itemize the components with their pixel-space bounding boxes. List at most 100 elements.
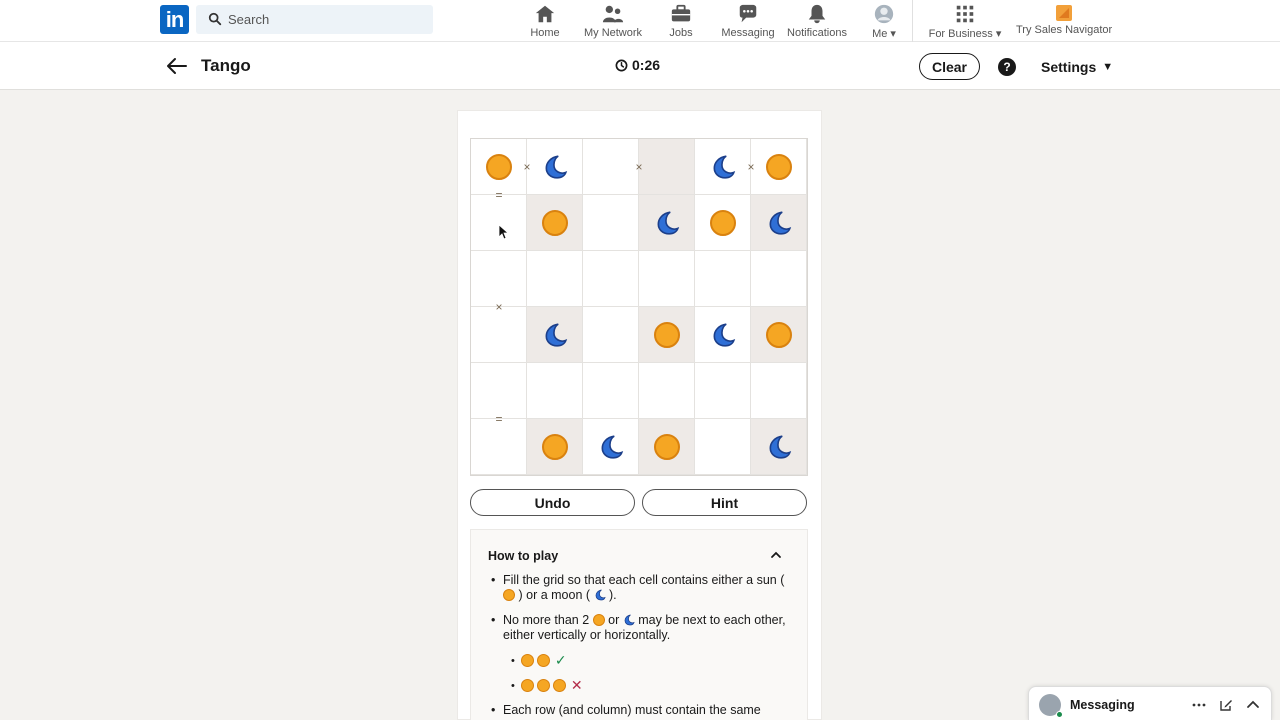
grid-apps-icon (956, 5, 974, 23)
sun-icon (503, 589, 515, 601)
messaging-dock[interactable]: Messaging (1028, 686, 1272, 720)
undo-button[interactable]: Undo (470, 489, 635, 516)
back-arrow-icon[interactable] (166, 56, 188, 76)
chevron-up-icon[interactable] (770, 549, 782, 561)
nav-for-business-label: For Business ▾ (928, 28, 1002, 40)
grid-cell-r4-c1[interactable] (471, 307, 527, 363)
how-to-play-title[interactable]: How to play (488, 549, 558, 563)
game-title: Tango (201, 56, 251, 75)
nav-messaging-label: Messaging (721, 27, 775, 39)
compose-icon[interactable] (1219, 698, 1233, 712)
grid-cell-r2-c3[interactable] (583, 195, 639, 251)
equal-constraint: = (495, 188, 503, 202)
briefcase-icon (671, 4, 691, 22)
grid-cell-r5-c3[interactable] (583, 363, 639, 419)
search-input[interactable] (228, 5, 428, 34)
tango-grid (470, 138, 808, 476)
nav-messaging[interactable]: Messaging (720, 3, 776, 39)
chevron-up-icon[interactable] (1246, 698, 1260, 712)
grid-cell-r6-c2[interactable] (527, 419, 583, 475)
grid-cell-r5-c5[interactable] (695, 363, 751, 419)
grid-cell-r2-c6[interactable] (751, 195, 807, 251)
grid-cell-r1-c4[interactable] (639, 139, 695, 195)
nav-sales-navigator-label: Try Sales Navigator (1016, 24, 1113, 36)
game-header: Tango 0:26 Clear ? Settings ▼ (0, 42, 1280, 90)
messaging-dock-label: Messaging (1070, 698, 1135, 712)
grid-cell-r1-c2[interactable] (527, 139, 583, 195)
grid-cell-r1-c6[interactable] (751, 139, 807, 195)
grid-cell-r4-c2[interactable] (527, 307, 583, 363)
home-icon (535, 5, 555, 23)
grid-cell-r4-c5[interactable] (695, 307, 751, 363)
linkedin-logo[interactable]: in (160, 5, 189, 34)
nav-notifications[interactable]: Notifications (785, 3, 849, 39)
sun-icon (485, 153, 512, 180)
grid-cell-r3-c5[interactable] (695, 251, 751, 307)
sun-icon (653, 321, 680, 348)
grid-cell-r3-c2[interactable] (527, 251, 583, 307)
grid-cell-r6-c3[interactable] (583, 419, 639, 475)
grid-cell-r6-c4[interactable] (639, 419, 695, 475)
people-icon (602, 5, 624, 23)
moon-icon (657, 210, 679, 235)
sun-icon (536, 679, 550, 692)
settings-label: Settings (1041, 59, 1097, 75)
example-valid: • ✓ (511, 652, 567, 668)
grid-cell-r5-c4[interactable] (639, 363, 695, 419)
grid-cell-r1-c5[interactable] (695, 139, 751, 195)
grid-cell-r3-c1[interactable] (471, 251, 527, 307)
chat-icon (739, 4, 757, 23)
grid-cell-r3-c3[interactable] (583, 251, 639, 307)
clear-button[interactable]: Clear (919, 53, 980, 80)
nav-home[interactable]: Home (530, 3, 560, 39)
help-icon[interactable]: ? (998, 58, 1016, 76)
nav-me[interactable]: Me ▾ (868, 3, 900, 40)
grid-cell-r5-c6[interactable] (751, 363, 807, 419)
hint-button[interactable]: Hint (642, 489, 807, 516)
game-timer: 0:26 (615, 57, 660, 73)
nav-for-business[interactable]: For Business ▾ (926, 3, 1004, 40)
grid-cell-r6-c1[interactable] (471, 419, 527, 475)
opposite-constraint: × (635, 160, 643, 174)
nav-sales-navigator[interactable]: Try Sales Navigator (1016, 3, 1112, 39)
caret-down-icon: ▼ (1102, 61, 1114, 73)
rule-three-text: Each row (and column) must contain the s… (503, 703, 761, 717)
grid-cell-r3-c6[interactable] (751, 251, 807, 307)
opposite-constraint: × (523, 160, 531, 174)
moon-icon (624, 614, 635, 626)
nav-jobs[interactable]: Jobs (667, 3, 695, 39)
grid-cell-r3-c4[interactable] (639, 251, 695, 307)
sun-icon (541, 433, 568, 460)
grid-cell-r1-c1[interactable] (471, 139, 527, 195)
sun-icon (653, 433, 680, 460)
grid-cell-r5-c2[interactable] (527, 363, 583, 419)
grid-cell-r4-c4[interactable] (639, 307, 695, 363)
equal-constraint: = (495, 412, 503, 426)
rule-two-text-a: No more than 2 (503, 613, 590, 627)
grid-cell-r2-c5[interactable] (695, 195, 751, 251)
sun-icon (520, 679, 534, 692)
grid-cell-r6-c5[interactable] (695, 419, 751, 475)
settings-menu[interactable]: Settings ▼ (1041, 59, 1113, 75)
sun-icon (765, 321, 792, 348)
grid-cell-r4-c6[interactable] (751, 307, 807, 363)
chevron-down-icon: ▾ (995, 28, 1002, 40)
rule-two-text-b: or (608, 613, 620, 627)
grid-cell-r6-c6[interactable] (751, 419, 807, 475)
sun-icon (592, 614, 605, 626)
grid-cell-r2-c4[interactable] (639, 195, 695, 251)
more-options-icon[interactable] (1192, 698, 1206, 712)
nav-my-network-label: My Network (583, 27, 643, 39)
grid-cell-r1-c3[interactable] (583, 139, 639, 195)
nav-my-network[interactable]: My Network (583, 3, 643, 39)
sun-icon (520, 654, 534, 667)
grid-cell-r5-c1[interactable] (471, 363, 527, 419)
grid-cell-r2-c1[interactable] (471, 195, 527, 251)
rule-one: • Fill the grid so that each cell contai… (491, 573, 785, 602)
rule-three: • Each row (and column) must contain the… (491, 703, 791, 718)
grid-cell-r2-c2[interactable] (527, 195, 583, 251)
moon-icon (769, 434, 791, 459)
mouse-cursor-icon (498, 224, 508, 240)
grid-cell-r4-c3[interactable] (583, 307, 639, 363)
search-box[interactable] (196, 5, 433, 34)
